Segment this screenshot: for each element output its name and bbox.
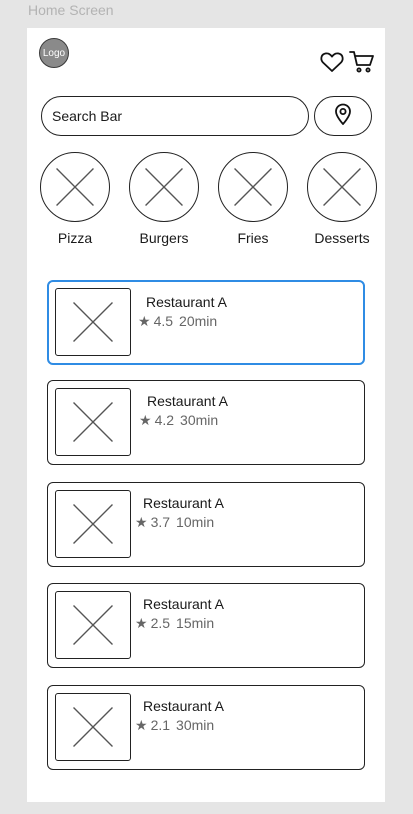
restaurant-meta: ★ 4.2 30min (139, 412, 228, 428)
star-icon: ★ (135, 514, 148, 530)
delivery-time: 30min (180, 412, 219, 428)
category-label: Desserts (314, 230, 370, 246)
image-placeholder-icon (55, 388, 131, 456)
heart-icon[interactable] (319, 49, 345, 75)
restaurant-name: Restaurant A (147, 393, 228, 409)
search-input[interactable]: Search Bar (41, 96, 309, 136)
image-placeholder-icon (55, 693, 131, 761)
restaurant-card[interactable]: Restaurant A ★ 3.7 10min (47, 482, 365, 567)
home-screen-frame: Logo Search Bar Pizza Burgers Fries Dess… (27, 28, 385, 802)
star-icon: ★ (135, 717, 148, 733)
rating: 3.7 (150, 514, 171, 530)
category-desserts[interactable]: Desserts (306, 152, 378, 246)
rating: 2.1 (150, 717, 171, 733)
image-placeholder-icon (55, 288, 131, 356)
restaurant-name: Restaurant A (146, 294, 227, 310)
location-button[interactable] (314, 96, 372, 136)
rating: 4.5 (153, 313, 174, 329)
image-placeholder-icon (218, 152, 288, 222)
image-placeholder-icon (55, 490, 131, 558)
restaurant-name: Restaurant A (143, 698, 224, 714)
delivery-time: 30min (176, 717, 215, 733)
map-pin-icon (334, 103, 352, 130)
restaurant-meta: ★ 2.1 30min (135, 717, 224, 733)
delivery-time: 15min (176, 615, 215, 631)
restaurant-name: Restaurant A (143, 495, 224, 511)
category-label: Fries (237, 230, 269, 246)
restaurant-meta: ★ 4.5 20min (138, 313, 227, 329)
cart-icon[interactable] (349, 49, 375, 75)
delivery-time: 20min (179, 313, 218, 329)
restaurant-name: Restaurant A (143, 596, 224, 612)
logo[interactable]: Logo (39, 38, 69, 68)
star-icon: ★ (138, 313, 151, 329)
image-placeholder-icon (55, 591, 131, 659)
image-placeholder-icon (307, 152, 377, 222)
restaurant-card[interactable]: Restaurant A ★ 4.2 30min (47, 380, 365, 465)
star-icon: ★ (139, 412, 152, 428)
star-icon: ★ (135, 615, 148, 631)
delivery-time: 10min (176, 514, 215, 530)
category-label: Burgers (139, 230, 189, 246)
restaurant-meta: ★ 2.5 15min (135, 615, 224, 631)
category-fries[interactable]: Fries (217, 152, 289, 246)
restaurant-card[interactable]: Restaurant A ★ 4.5 20min (47, 280, 365, 365)
image-placeholder-icon (40, 152, 110, 222)
rating: 4.2 (154, 412, 175, 428)
rating: 2.5 (150, 615, 171, 631)
category-burgers[interactable]: Burgers (128, 152, 200, 246)
restaurant-card[interactable]: Restaurant A ★ 2.5 15min (47, 583, 365, 668)
image-placeholder-icon (129, 152, 199, 222)
restaurant-card[interactable]: Restaurant A ★ 2.1 30min (47, 685, 365, 770)
restaurant-meta: ★ 3.7 10min (135, 514, 224, 530)
frame-label: Home Screen (28, 2, 114, 18)
category-pizza[interactable]: Pizza (39, 152, 111, 246)
category-label: Pizza (57, 230, 93, 246)
